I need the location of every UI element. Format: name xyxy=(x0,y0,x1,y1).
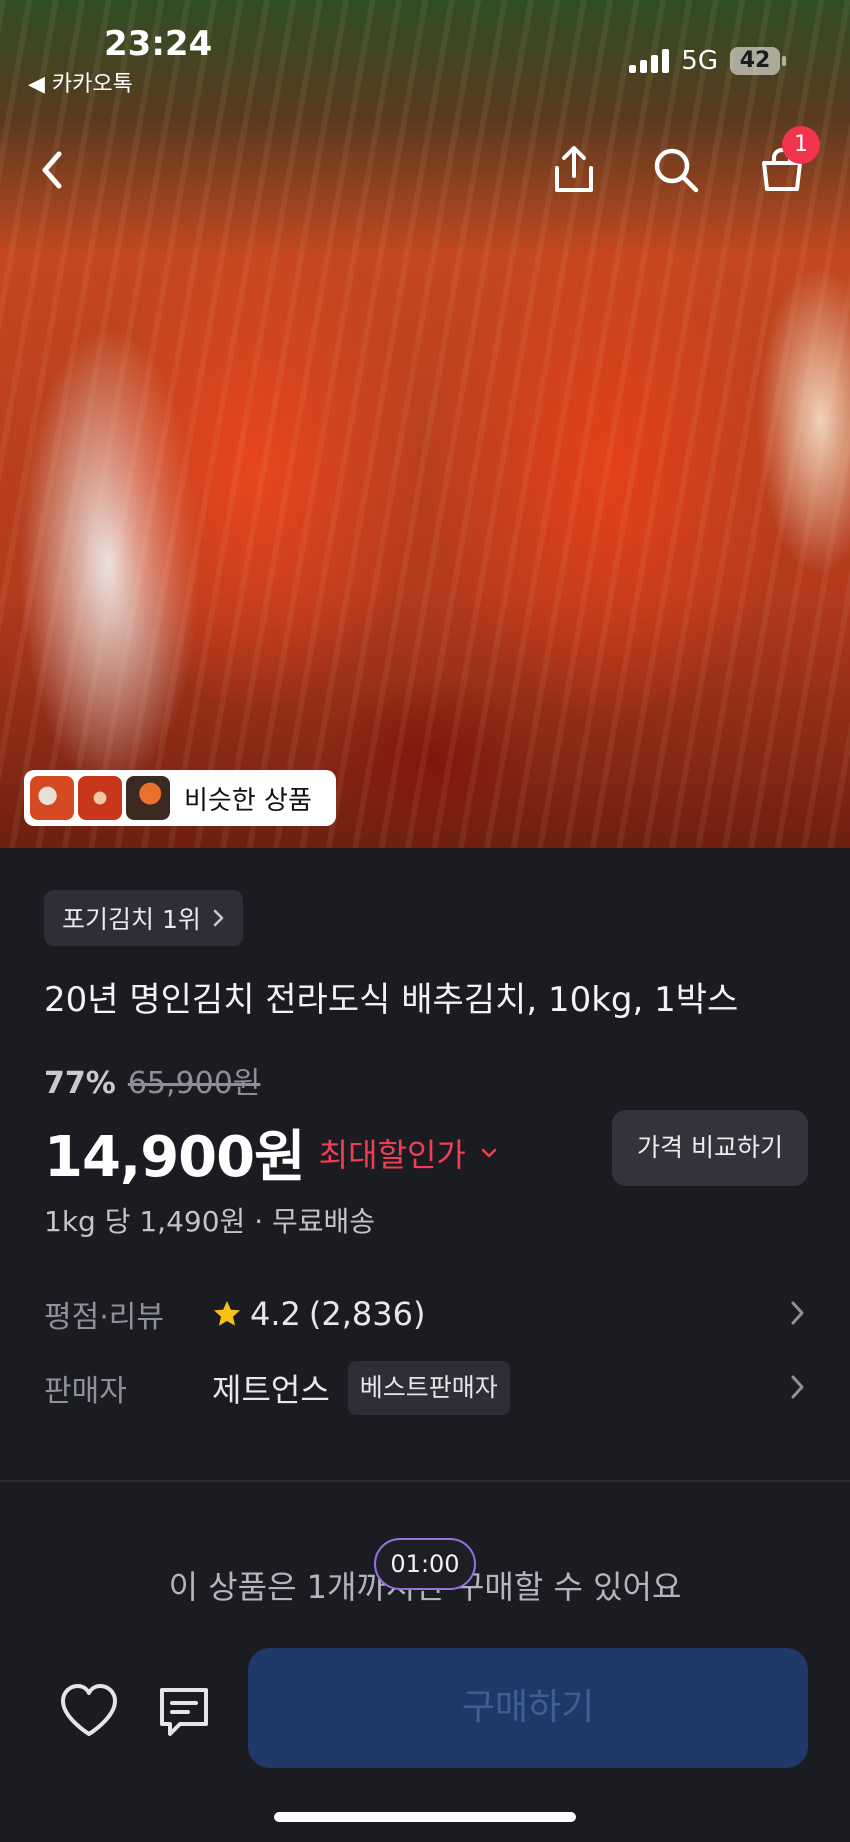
chat-icon xyxy=(160,1688,208,1736)
chevron-down-icon xyxy=(481,1148,497,1157)
similar-thumbnail xyxy=(30,776,74,820)
chevron-right-icon xyxy=(791,1375,804,1399)
buy-button[interactable]: 구매하기 xyxy=(248,1648,808,1768)
shipping-info: 무료배송 xyxy=(272,1205,376,1238)
similar-thumbnail xyxy=(126,776,170,820)
similar-products-label: 비슷한 상품 xyxy=(184,785,312,816)
heart-icon xyxy=(61,1684,117,1736)
back-button[interactable] xyxy=(22,140,82,200)
unit-price-row: 1kg 당 1,490원 · 무료배송 xyxy=(44,1200,375,1240)
max-discount-label: 최대할인가 xyxy=(318,1135,466,1174)
star-icon xyxy=(214,1301,240,1326)
rating-label: 평점·리뷰 xyxy=(44,1300,164,1335)
seller-name: 제트언스 xyxy=(212,1371,330,1409)
seller-value: 제트언스 베스트판매자 xyxy=(212,1361,510,1415)
section-divider xyxy=(0,1480,850,1482)
timer-badge: 01:00 xyxy=(374,1538,476,1590)
compare-price-button[interactable]: 가격 비교하기 xyxy=(612,1110,808,1186)
rating-score: 4.2 xyxy=(250,1295,301,1333)
best-seller-badge: 베스트판매자 xyxy=(347,1361,510,1415)
home-indicator xyxy=(274,1812,576,1822)
search-icon xyxy=(654,148,699,193)
status-time: 23:24 xyxy=(104,24,213,64)
signal-icon xyxy=(629,49,670,73)
rating-value: 4.2 (2,836) xyxy=(212,1295,425,1333)
seller-row[interactable]: 판매자 제트언스 베스트판매자 xyxy=(44,1360,808,1416)
share-button[interactable] xyxy=(544,140,604,200)
similar-products-button[interactable]: 비슷한 상품 xyxy=(24,770,336,826)
price-row: 14,900원 최대할인가 xyxy=(44,1112,498,1193)
share-icon xyxy=(555,146,593,192)
chevron-right-icon xyxy=(213,909,224,927)
wishlist-button[interactable] xyxy=(58,1682,120,1740)
product-title: 20년 명인김치 전라도식 배추김치, 10kg, 1박스 xyxy=(44,980,739,1020)
original-price: 65,900원 xyxy=(127,1066,261,1101)
inquiry-button[interactable] xyxy=(154,1682,214,1742)
chevron-right-icon xyxy=(791,1301,804,1325)
sale-price: 14,900원 xyxy=(44,1125,306,1190)
category-rank-chip[interactable]: 포기김치 1위 xyxy=(44,890,243,946)
unit-price: 1kg 당 1,490원 xyxy=(44,1205,246,1238)
back-icon xyxy=(42,151,62,189)
battery-icon: 42 xyxy=(730,47,786,75)
cart-count-badge: 1 xyxy=(782,126,820,164)
product-image-texture xyxy=(0,0,850,848)
rating-review-row[interactable]: 평점·리뷰 4.2 (2,836) xyxy=(44,1286,808,1342)
product-image[interactable] xyxy=(0,0,850,848)
max-discount-dropdown[interactable]: 최대할인가 xyxy=(319,1130,498,1176)
cart-button[interactable]: 1 xyxy=(752,126,820,200)
search-button[interactable] xyxy=(646,140,706,200)
review-count: (2,836) xyxy=(308,1295,426,1333)
status-indicators: 5G 42 xyxy=(629,46,786,76)
category-rank-label: 포기김치 1위 xyxy=(62,905,201,934)
seller-label: 판매자 xyxy=(44,1374,127,1409)
discount-rate: 77% xyxy=(44,1066,116,1101)
similar-thumbnail xyxy=(78,776,122,820)
status-back-to-app[interactable]: ◀ 카카오톡 xyxy=(28,66,133,98)
separator-dot: · xyxy=(245,1205,272,1238)
network-type: 5G xyxy=(681,46,718,76)
discount-row: 77% 65,900원 xyxy=(44,1058,260,1102)
